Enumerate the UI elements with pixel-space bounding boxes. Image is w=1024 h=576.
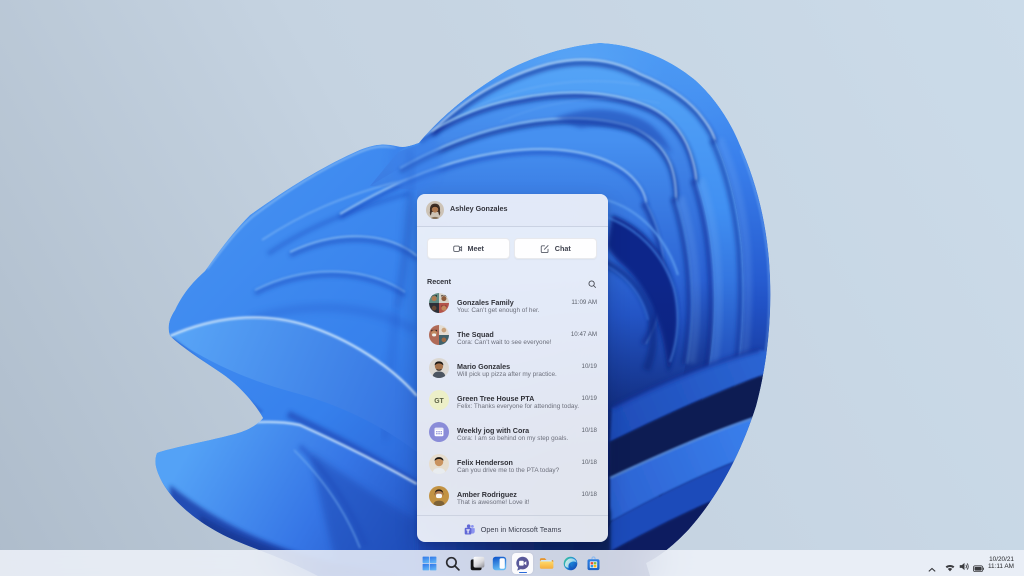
svg-text:GT: GT (434, 397, 444, 404)
